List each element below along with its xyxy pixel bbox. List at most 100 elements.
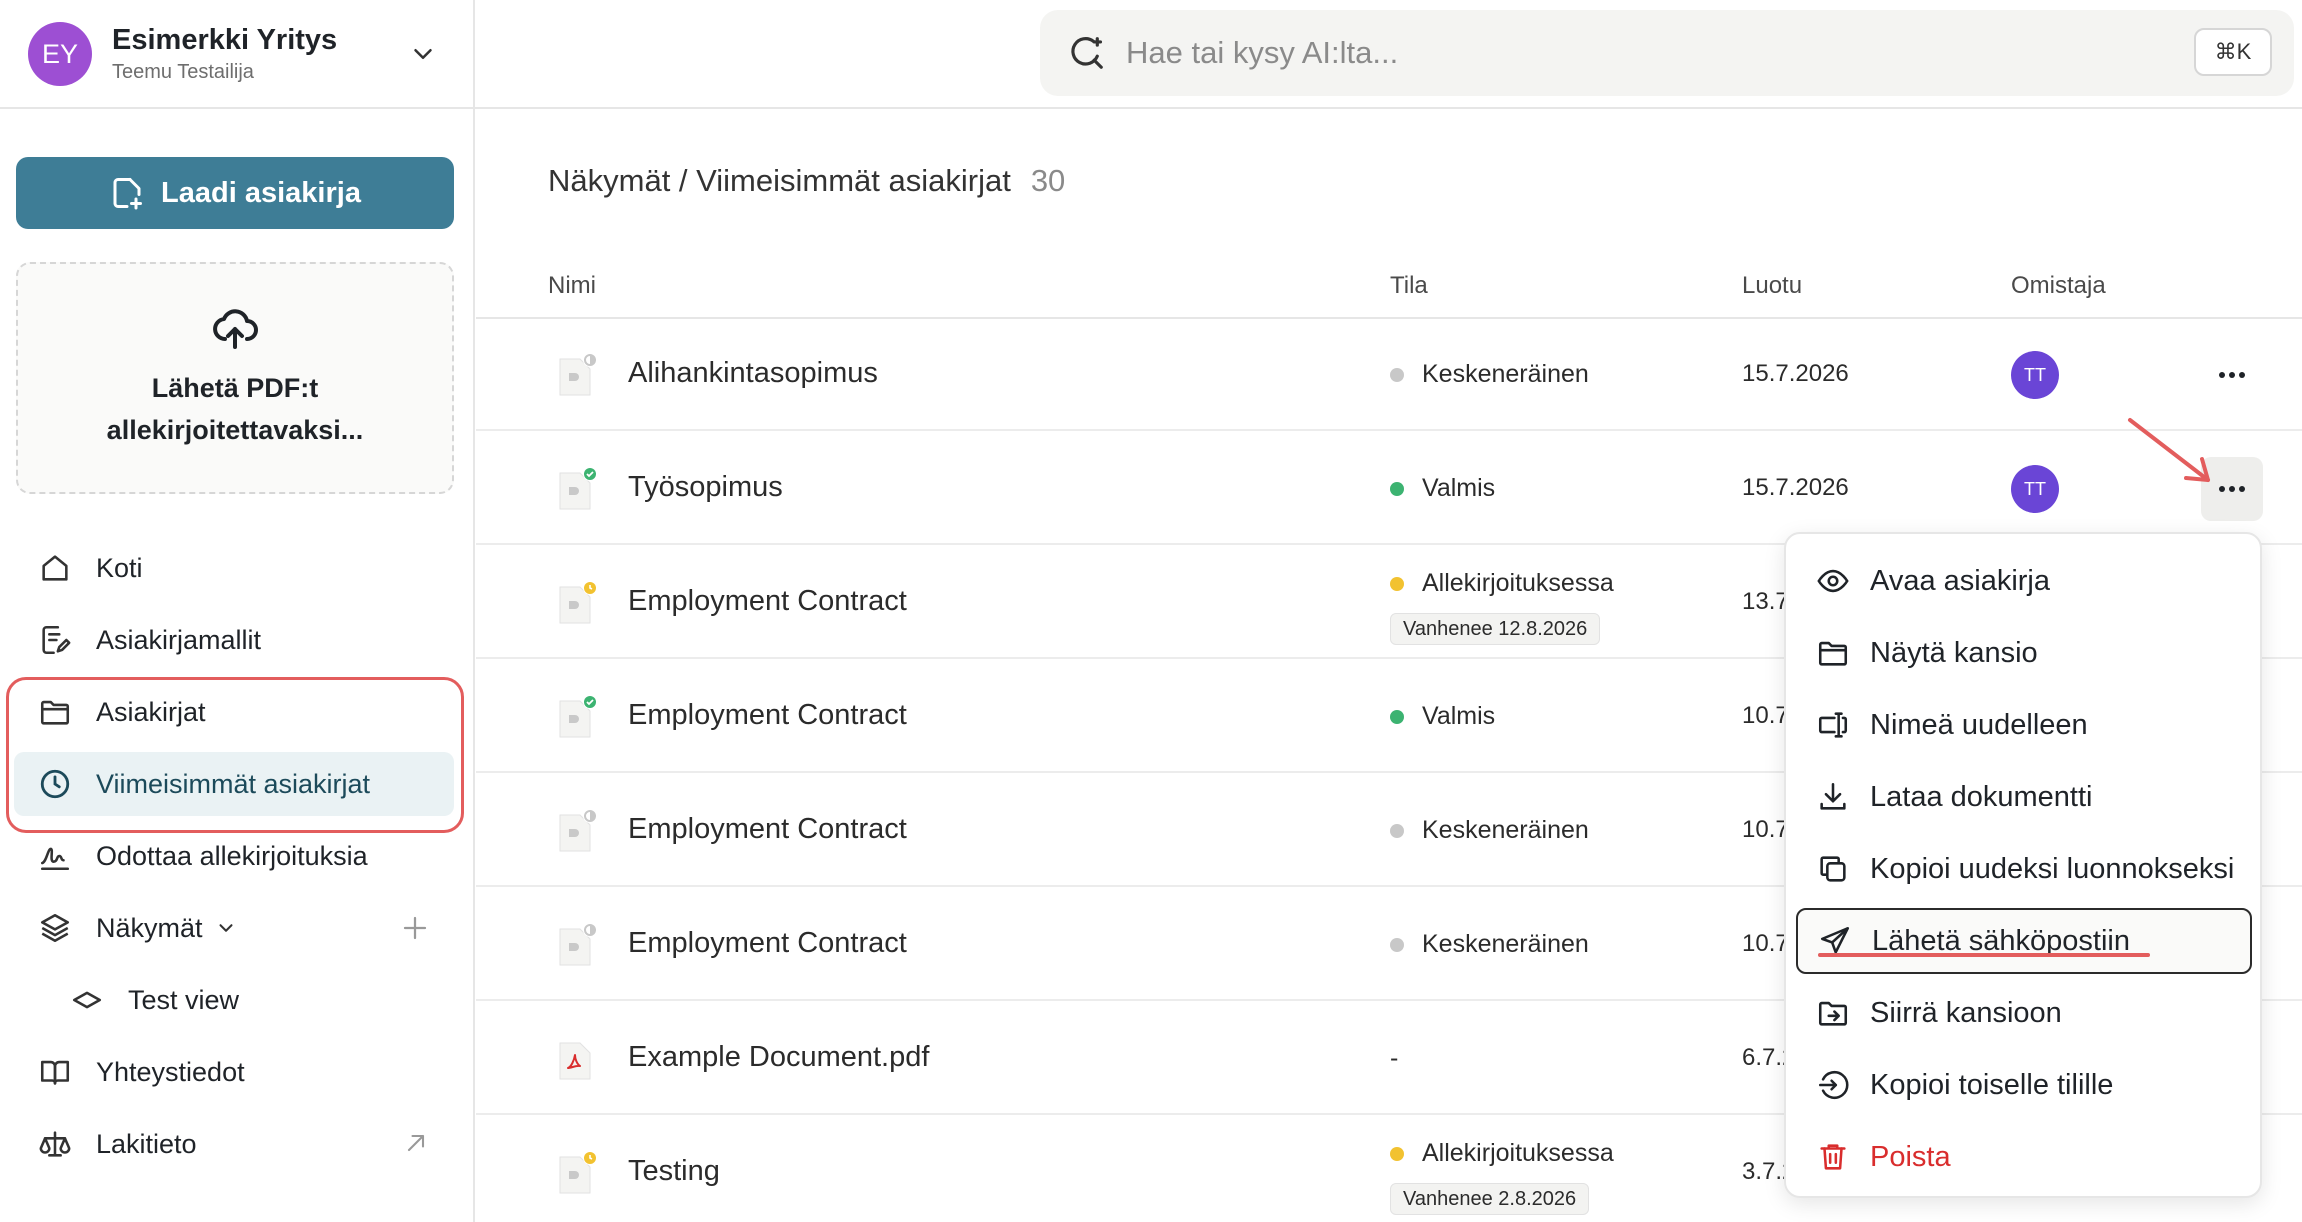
menu-item-label: Lataa dokumentti bbox=[1870, 780, 2093, 813]
copy-icon bbox=[1816, 852, 1850, 886]
status-badge: Valmis bbox=[1390, 702, 1495, 731]
external-link-icon bbox=[402, 1129, 430, 1157]
search-input[interactable] bbox=[1126, 35, 2126, 71]
keyboard-shortcut-badge: ⌘K bbox=[2194, 28, 2272, 76]
menu-item-move-to-folder[interactable]: Siirrä kansioon bbox=[1796, 980, 2252, 1046]
status-dot bbox=[1390, 937, 1404, 952]
status-badge: Keskeneräinen bbox=[1390, 360, 1589, 389]
document-name[interactable]: Työsopimus bbox=[628, 471, 783, 504]
diamond-icon bbox=[70, 983, 104, 1017]
sidebar-item-test-view[interactable]: Test view bbox=[14, 968, 454, 1032]
document-name[interactable]: Employment Contract bbox=[628, 813, 907, 846]
add-view-icon[interactable] bbox=[400, 913, 430, 943]
more-horizontal-icon bbox=[2218, 485, 2246, 493]
status-label: Keskeneräinen bbox=[1422, 360, 1589, 388]
column-header-owner[interactable]: Omistaja bbox=[2011, 272, 2106, 300]
status-badge: - bbox=[1390, 1044, 1398, 1073]
sidebar-item-templates[interactable]: Asiakirjamallit bbox=[14, 608, 454, 672]
pdf-file-icon bbox=[554, 1035, 598, 1083]
completed-document-icon bbox=[554, 465, 598, 513]
created-date: 15.7.2026 bbox=[1742, 474, 1849, 501]
menu-item-label: Kopioi uudeksi luonnokseksi bbox=[1870, 852, 2235, 885]
status-dot bbox=[1390, 367, 1404, 382]
status-label: - bbox=[1390, 1044, 1399, 1072]
signature-icon bbox=[38, 839, 72, 873]
topbar-divider bbox=[475, 107, 2302, 109]
table-row[interactable]: Alihankintasopimus Keskeneräinen 15.7.20… bbox=[476, 319, 2302, 431]
upload-pdf-dropzone[interactable]: Lähetä PDF:t allekirjoitettavaksi... bbox=[16, 262, 454, 494]
sidebar-divider bbox=[0, 107, 475, 109]
document-name[interactable]: Example Document.pdf bbox=[628, 1041, 929, 1074]
status-badge: Valmis bbox=[1390, 474, 1495, 503]
chevron-down-icon[interactable] bbox=[215, 917, 237, 939]
row-more-button[interactable] bbox=[2201, 352, 2263, 398]
menu-item-rename[interactable]: Nimeä uudelleen bbox=[1796, 692, 2252, 758]
more-horizontal-icon bbox=[2218, 371, 2246, 379]
sidebar-item-documents[interactable]: Asiakirjat bbox=[14, 680, 454, 744]
upload-pdf-label: Lähetä PDF:t allekirjoitettavaksi... bbox=[106, 373, 364, 445]
created-date: 15.7.2026 bbox=[1742, 360, 1849, 387]
owner-avatar: TT bbox=[2011, 465, 2059, 513]
menu-item-label: Kopioi toiselle tilille bbox=[1870, 1068, 2114, 1101]
menu-item-copy-as-draft[interactable]: Kopioi uudeksi luonnokseksi bbox=[1796, 836, 2252, 902]
document-count: 30 bbox=[1030, 163, 1066, 198]
status-badge: Allekirjoituksessa bbox=[1390, 569, 1614, 598]
sidebar-item-label: Näkymät bbox=[96, 912, 203, 943]
sidebar-item-contacts[interactable]: Yhteystiedot bbox=[14, 1040, 454, 1104]
column-header-name[interactable]: Nimi bbox=[548, 272, 596, 300]
search-bar[interactable]: ⌘K bbox=[1040, 10, 2294, 96]
sidebar-item-views[interactable]: Näkymät bbox=[14, 896, 454, 960]
sidebar-item-koti[interactable]: Koti bbox=[14, 536, 454, 600]
sidebar-item-label: Viimeisimmät asiakirjat bbox=[96, 768, 371, 799]
document-name[interactable]: Testing bbox=[628, 1155, 720, 1188]
status-badge: Keskeneräinen bbox=[1390, 816, 1589, 845]
create-document-button[interactable]: Laadi asiakirja bbox=[16, 157, 454, 229]
status-label: Valmis bbox=[1422, 702, 1496, 730]
trash-icon bbox=[1816, 1140, 1850, 1174]
menu-item-download[interactable]: Lataa dokumentti bbox=[1796, 764, 2252, 830]
menu-item-show-folder[interactable]: Näytä kansio bbox=[1796, 620, 2252, 686]
folder-icon bbox=[1816, 636, 1850, 670]
sidebar-item-awaiting-signatures[interactable]: Odottaa allekirjoituksia bbox=[14, 824, 454, 888]
company-avatar: EY bbox=[28, 22, 92, 86]
row-more-button[interactable] bbox=[2201, 457, 2263, 521]
cloud-upload-icon bbox=[211, 305, 259, 353]
new-document-icon bbox=[109, 175, 145, 211]
chevron-down-icon[interactable] bbox=[408, 39, 438, 69]
status-label: Allekirjoituksessa bbox=[1422, 1139, 1614, 1167]
eye-icon bbox=[1816, 564, 1850, 598]
layers-icon bbox=[38, 911, 72, 945]
column-header-status[interactable]: Tila bbox=[1390, 272, 1428, 300]
sidebar-item-label: Asiakirjamallit bbox=[96, 624, 262, 655]
menu-item-copy-to-account[interactable]: Kopioi toiselle tilille bbox=[1796, 1052, 2252, 1118]
document-name[interactable]: Alihankintasopimus bbox=[628, 357, 878, 390]
column-header-created[interactable]: Luotu bbox=[1742, 272, 1802, 300]
sidebar: EY Esimerkki Yritys Teemu Testailija Laa… bbox=[0, 0, 475, 1222]
move-folder-icon bbox=[1816, 996, 1850, 1030]
sidebar-item-label: Koti bbox=[96, 552, 143, 583]
menu-item-open-document[interactable]: Avaa asiakirja bbox=[1796, 548, 2252, 614]
signing-document-icon bbox=[554, 579, 598, 627]
document-context-menu: Avaa asiakirja Näytä kansio Nimeä uudell… bbox=[1784, 532, 2262, 1198]
draft-document-icon bbox=[554, 807, 598, 855]
menu-item-delete[interactable]: Poista bbox=[1796, 1124, 2252, 1190]
clock-icon bbox=[38, 767, 72, 801]
table-row[interactable]: Työsopimus Valmis 15.7.2026 TT bbox=[476, 433, 2302, 545]
menu-item-send-email[interactable]: Lähetä sähköpostiin bbox=[1796, 908, 2252, 974]
sidebar-item-recent-documents[interactable]: Viimeisimmät asiakirjat bbox=[14, 752, 454, 816]
created-date: 10.7 bbox=[1742, 930, 1789, 957]
status-dot bbox=[1390, 823, 1404, 838]
ai-search-icon bbox=[1068, 34, 1106, 72]
sidebar-item-legal-info[interactable]: Lakitieto bbox=[14, 1112, 454, 1176]
completed-document-icon bbox=[554, 693, 598, 741]
menu-item-label: Siirrä kansioon bbox=[1870, 996, 2062, 1029]
account-switcher[interactable]: EY Esimerkki Yritys Teemu Testailija bbox=[28, 20, 448, 88]
owner-avatar: TT bbox=[2011, 351, 2059, 399]
sidebar-item-label: Yhteystiedot bbox=[96, 1056, 245, 1087]
document-name[interactable]: Employment Contract bbox=[628, 927, 907, 960]
document-name[interactable]: Employment Contract bbox=[628, 699, 907, 732]
document-name[interactable]: Employment Contract bbox=[628, 585, 907, 618]
created-date: 10.7 bbox=[1742, 816, 1789, 843]
create-document-label: Laadi asiakirja bbox=[161, 176, 361, 209]
draft-document-icon bbox=[554, 351, 598, 399]
